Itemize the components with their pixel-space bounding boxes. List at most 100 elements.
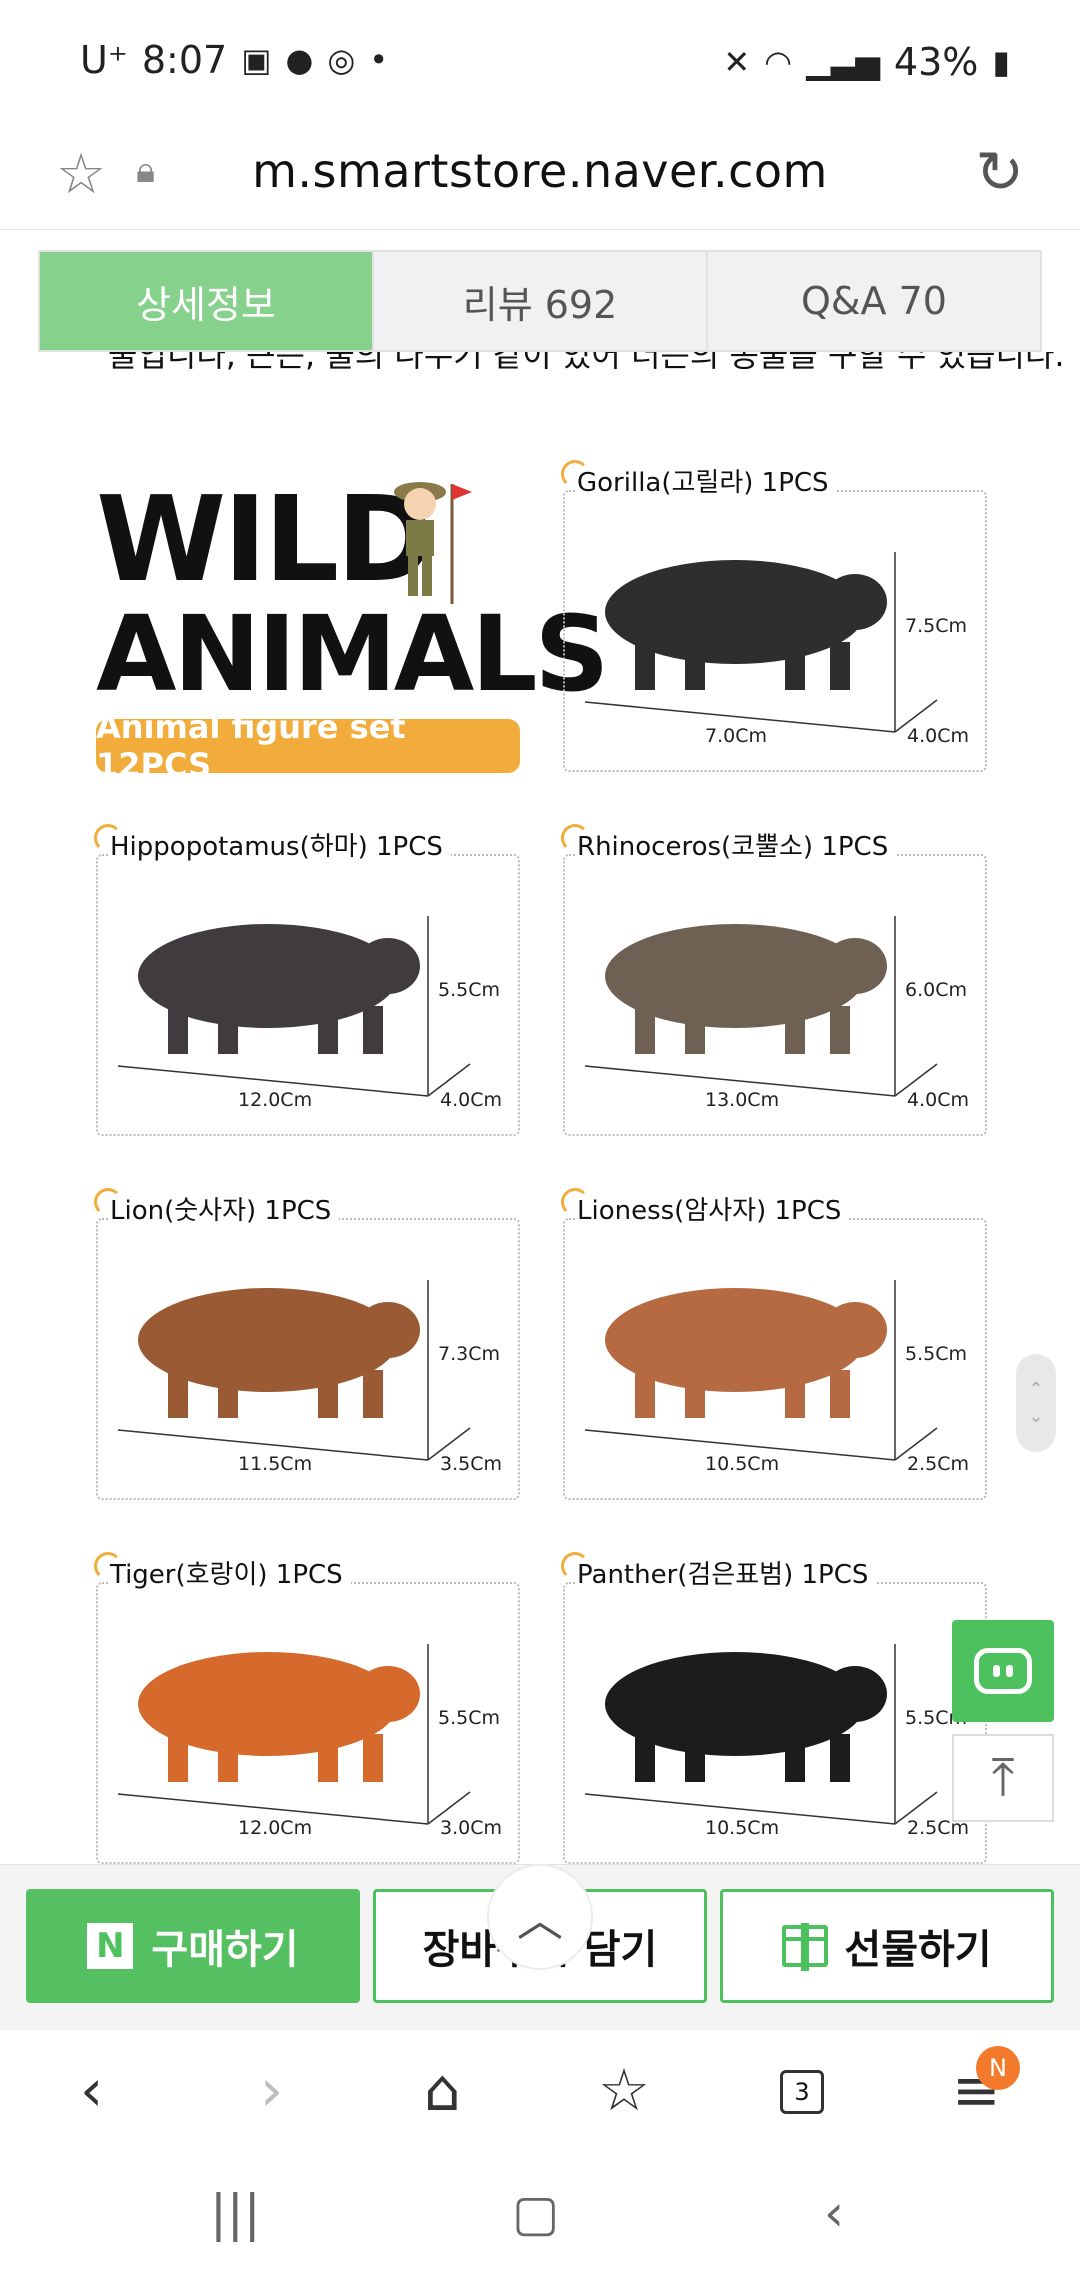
home-button-icon[interactable]: ▢ xyxy=(512,2184,559,2242)
animal-figure-head xyxy=(823,1666,887,1722)
explorer-illustration xyxy=(394,482,472,604)
gift-button[interactable]: 선물하기 xyxy=(720,1889,1054,2003)
dimension-length-label: 7.0Cm xyxy=(705,725,767,747)
animal-figure-leg xyxy=(785,1734,805,1782)
animal-figure-leg xyxy=(318,1734,338,1782)
scroll-handle[interactable]: ⌃ ⌄ xyxy=(1016,1354,1056,1452)
animal-figure-leg xyxy=(363,1370,383,1418)
animal-figure-leg xyxy=(635,1006,655,1054)
mute-icon: ✕ xyxy=(723,43,751,81)
forward-icon[interactable]: › xyxy=(260,2056,283,2124)
animal-figure-head xyxy=(356,1302,420,1358)
dimension-depth-label: 4.0Cm xyxy=(907,1089,969,1111)
product-tabs: 상세정보 리뷰 692 Q&A 70 xyxy=(38,250,1042,352)
animal-figure-leg xyxy=(685,1734,705,1782)
animal-figure-leg xyxy=(318,1006,338,1054)
dimension-height-label: 5.5Cm xyxy=(905,1343,967,1365)
chevron-up-icon: ︿ xyxy=(517,1893,563,1947)
collapse-bar-button[interactable]: ︿ xyxy=(487,1864,593,1970)
scroll-to-top-button[interactable]: ⤒ xyxy=(952,1734,1054,1822)
dimension-depth-label: 4.0Cm xyxy=(907,725,969,747)
chat-button[interactable] xyxy=(952,1620,1054,1722)
animal-figure-leg xyxy=(218,1370,238,1418)
clipped-description: 줄입니다, 큰는, 물의 나누기 같이 있어 더는의 동물을 구할 수 있습니다… xyxy=(0,352,1080,384)
buy-button[interactable]: N 구매하기 xyxy=(26,1889,360,2003)
instagram-notification-icon: ◎ xyxy=(327,41,356,79)
product-card: Lion(숫사자) 1PCS 7.3Cm 11.5Cm 3.5Cm xyxy=(93,1188,520,1500)
animal-figure-leg xyxy=(635,1734,655,1782)
animal-figure-head xyxy=(356,1666,420,1722)
carrier-label: U⁺ xyxy=(80,38,128,82)
animal-figure-leg xyxy=(830,1006,850,1054)
product-card: Gorilla(고릴라) 1PCS 7.5Cm 7.0Cm 4.0Cm xyxy=(561,460,987,772)
browser-toolbar: ‹ › ⌂ ☆ 3 ≡ N xyxy=(0,2030,1080,2150)
animal-figure-leg xyxy=(785,1006,805,1054)
banner-title-line2: ANIMALS xyxy=(96,593,609,715)
animal-figure-head xyxy=(823,574,887,630)
bookmarks-icon[interactable]: ☆ xyxy=(598,2056,650,2124)
refresh-icon[interactable]: ↻ xyxy=(975,138,1024,206)
buy-label: 구매하기 xyxy=(151,1927,299,1973)
animal-figure-leg xyxy=(830,642,850,690)
animal-figure-leg xyxy=(363,1734,383,1782)
product-card: Panther(검은표범) 1PCS 5.5Cm 10.5Cm 2.5Cm xyxy=(560,1552,987,1864)
animal-figure-leg xyxy=(318,1370,338,1418)
dimension-depth-label: 4.0Cm xyxy=(440,1089,502,1111)
product-card: Hippopotamus(하마) 1PCS 5.5Cm 12.0Cm 4.0Cm xyxy=(94,824,520,1136)
wifi-icon: ◠ xyxy=(764,43,793,81)
tab-qna[interactable]: Q&A 70 xyxy=(708,252,1040,350)
talk-notification-icon: ● xyxy=(285,41,314,79)
system-navigation-bar: ||| ▢ ‹ xyxy=(0,2150,1080,2280)
banner-subtitle: Animal figure set 12PCS xyxy=(96,708,520,784)
dimension-length-label: 10.5Cm xyxy=(705,1817,779,1839)
animal-figure-leg xyxy=(363,1006,383,1054)
animal-figure-head xyxy=(356,938,420,994)
product-figure: 5.5Cm 12.0Cm 4.0Cm xyxy=(117,916,502,1111)
dimension-height-label: 7.5Cm xyxy=(905,615,967,637)
dimension-length-label: 12.0Cm xyxy=(238,1089,312,1111)
chat-icon xyxy=(974,1648,1032,1694)
animal-figure-leg xyxy=(685,642,705,690)
scroll-up-icon: ⌃ xyxy=(1028,1379,1044,1400)
menu-badge: N xyxy=(976,2046,1020,2090)
recents-icon[interactable]: ||| xyxy=(210,2184,261,2242)
tabs-icon[interactable]: 3 xyxy=(780,2070,824,2114)
product-detail-image: WILD ANIMALS Animal figure set 12PCS Gor… xyxy=(0,384,1080,1864)
home-icon[interactable]: ⌂ xyxy=(424,2056,461,2124)
product-figure: 5.5Cm 10.5Cm 2.5Cm xyxy=(584,1280,969,1475)
animal-figure-leg xyxy=(785,642,805,690)
dimension-height-label: 5.5Cm xyxy=(438,1707,500,1729)
gift-icon xyxy=(782,1923,829,1971)
naver-pay-icon: N xyxy=(87,1923,134,1969)
dimension-length-label: 12.0Cm xyxy=(238,1817,312,1839)
dimension-length-label: 10.5Cm xyxy=(705,1453,779,1475)
product-card: Rhinoceros(코뿔소) 1PCS 6.0Cm 13.0Cm 4.0Cm xyxy=(560,824,987,1136)
animal-figure-leg xyxy=(830,1734,850,1782)
arrow-up-icon: ⤒ xyxy=(991,1747,1015,1808)
animal-figure-head xyxy=(823,938,887,994)
animal-figure-leg xyxy=(635,642,655,690)
address-bar: ☆ 🔒︎ m.smartstore.naver.com ↻ xyxy=(0,120,1080,230)
back-icon[interactable]: ‹ xyxy=(80,2056,103,2124)
clock: 8:07 xyxy=(141,38,228,82)
product-figure: 5.5Cm 12.0Cm 3.0Cm xyxy=(117,1644,502,1839)
dimension-depth-label: 2.5Cm xyxy=(907,1453,969,1475)
animal-figure-leg xyxy=(168,1370,188,1418)
tab-details[interactable]: 상세정보 xyxy=(40,252,374,350)
animal-figure-leg xyxy=(635,1370,655,1418)
animal-figure-leg xyxy=(168,1006,188,1054)
url-text[interactable]: m.smartstore.naver.com xyxy=(0,144,1080,198)
animal-figure-leg xyxy=(168,1734,188,1782)
product-figure: 7.5Cm 7.0Cm 4.0Cm xyxy=(584,552,969,747)
dimension-length-label: 11.5Cm xyxy=(238,1453,312,1475)
animal-figure-leg xyxy=(830,1370,850,1418)
animal-figure-leg xyxy=(218,1006,238,1054)
system-back-icon[interactable]: ‹ xyxy=(824,2184,844,2242)
product-figure: 7.3Cm 11.5Cm 3.5Cm xyxy=(117,1280,502,1475)
product-card: Lioness(암사자) 1PCS 5.5Cm 10.5Cm 2.5Cm xyxy=(560,1188,987,1500)
animal-figure-leg xyxy=(785,1370,805,1418)
tab-reviews[interactable]: 리뷰 692 xyxy=(374,252,708,350)
status-bar: U⁺ 8:07 ▣ ● ◎ • ✕ ◠ ▁▃▅ 43% ▮ xyxy=(0,0,1080,120)
dimension-height-label: 6.0Cm xyxy=(905,979,967,1001)
more-notifications-icon: • xyxy=(369,41,389,79)
